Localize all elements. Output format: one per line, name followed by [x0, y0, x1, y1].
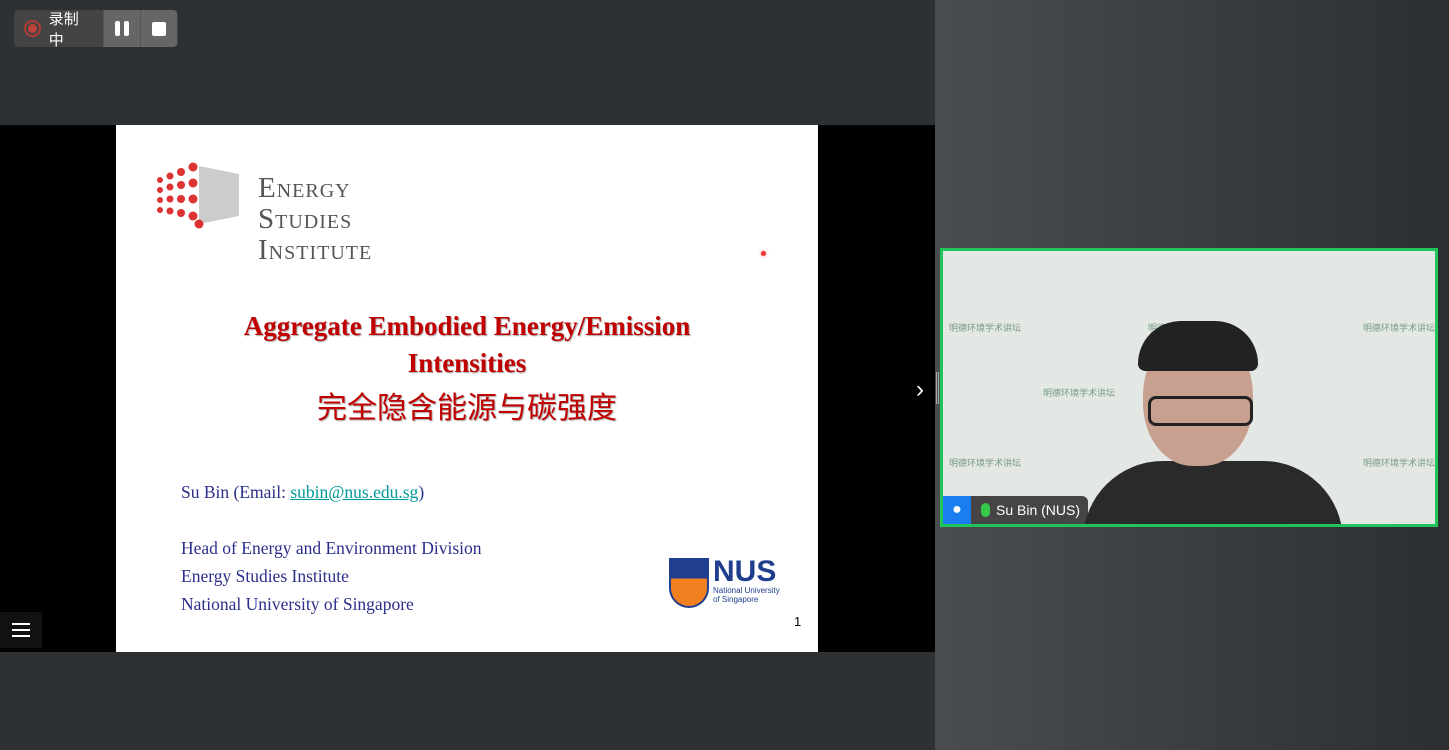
- slide-list-button[interactable]: [0, 612, 42, 648]
- slide-title-en-2: Intensities: [407, 348, 527, 378]
- logo-line: Studies: [258, 203, 353, 235]
- nus-logo: NUS National University of Singapore: [669, 555, 780, 608]
- affiliation-line: Head of Energy and Environment Division: [181, 538, 482, 558]
- participant-name-bar: ● Su Bin (NUS): [943, 496, 1089, 524]
- author-suffix: ): [418, 482, 425, 502]
- panel-resize-handle[interactable]: [936, 372, 939, 404]
- nus-crest-icon: [669, 558, 709, 608]
- stop-icon: [152, 21, 166, 36]
- nus-logo-text: NUS: [713, 555, 777, 588]
- pause-icon: [115, 21, 129, 36]
- speaker-body: [1083, 461, 1343, 524]
- speaker-glasses: [1148, 396, 1253, 426]
- record-icon: [24, 20, 41, 37]
- logo-line: Institute: [258, 234, 373, 266]
- slide: Energy Studies Institute Aggregate Embod…: [116, 125, 818, 652]
- recording-label: 录制中: [48, 10, 79, 48]
- slide-title-zh: 完全隐含能源与碳强度: [317, 392, 617, 425]
- collapse-panel-chevron-icon[interactable]: ›: [916, 376, 924, 404]
- watermark: 明德环境学术讲坛: [949, 458, 1022, 468]
- author-line: Su Bin (Email: subin@nus.edu.sg): [181, 482, 424, 503]
- laser-pointer: [761, 251, 766, 256]
- watermark: 明德环境学术讲坛: [1363, 323, 1436, 333]
- stop-recording-button[interactable]: [140, 10, 177, 47]
- nus-sub: of Singapore: [713, 595, 759, 604]
- nus-sub: National University: [713, 586, 780, 595]
- recording-status: 录制中: [14, 10, 103, 47]
- page-number: 1: [794, 614, 802, 629]
- speaker-hair: [1138, 321, 1258, 371]
- recording-toolbar: 录制中: [14, 10, 178, 47]
- affiliation-line: National University of Singapore: [181, 594, 414, 614]
- affiliation-line: Energy Studies Institute: [181, 566, 349, 586]
- watermark: 明德环境学术讲坛: [949, 323, 1022, 333]
- pause-recording-button[interactable]: [103, 10, 140, 47]
- logo-line: Energy: [258, 172, 351, 204]
- microphone-icon: [981, 503, 990, 517]
- participant-name: Su Bin (NUS): [996, 502, 1081, 518]
- presentation-stage: Energy Studies Institute Aggregate Embod…: [0, 125, 935, 652]
- watermark: 明德环境学术讲坛: [1043, 388, 1116, 398]
- email-link[interactable]: subin@nus.edu.sg: [290, 482, 418, 502]
- slide-title-en: Aggregate Embodied Energy/Emission: [243, 311, 691, 341]
- user-icon: ●: [943, 496, 971, 524]
- participant-video-tile[interactable]: 明德环境学术讲坛 明德环境学术讲坛 明德环境学术讲坛 明德环境学术讲坛 明德环境…: [940, 248, 1438, 527]
- esi-logo-text: Energy Studies Institute: [258, 173, 372, 266]
- esi-logo-icon: [157, 162, 239, 229]
- author-prefix: Su Bin (Email:: [181, 482, 291, 502]
- watermark: 明德环境学术讲坛: [1363, 458, 1436, 468]
